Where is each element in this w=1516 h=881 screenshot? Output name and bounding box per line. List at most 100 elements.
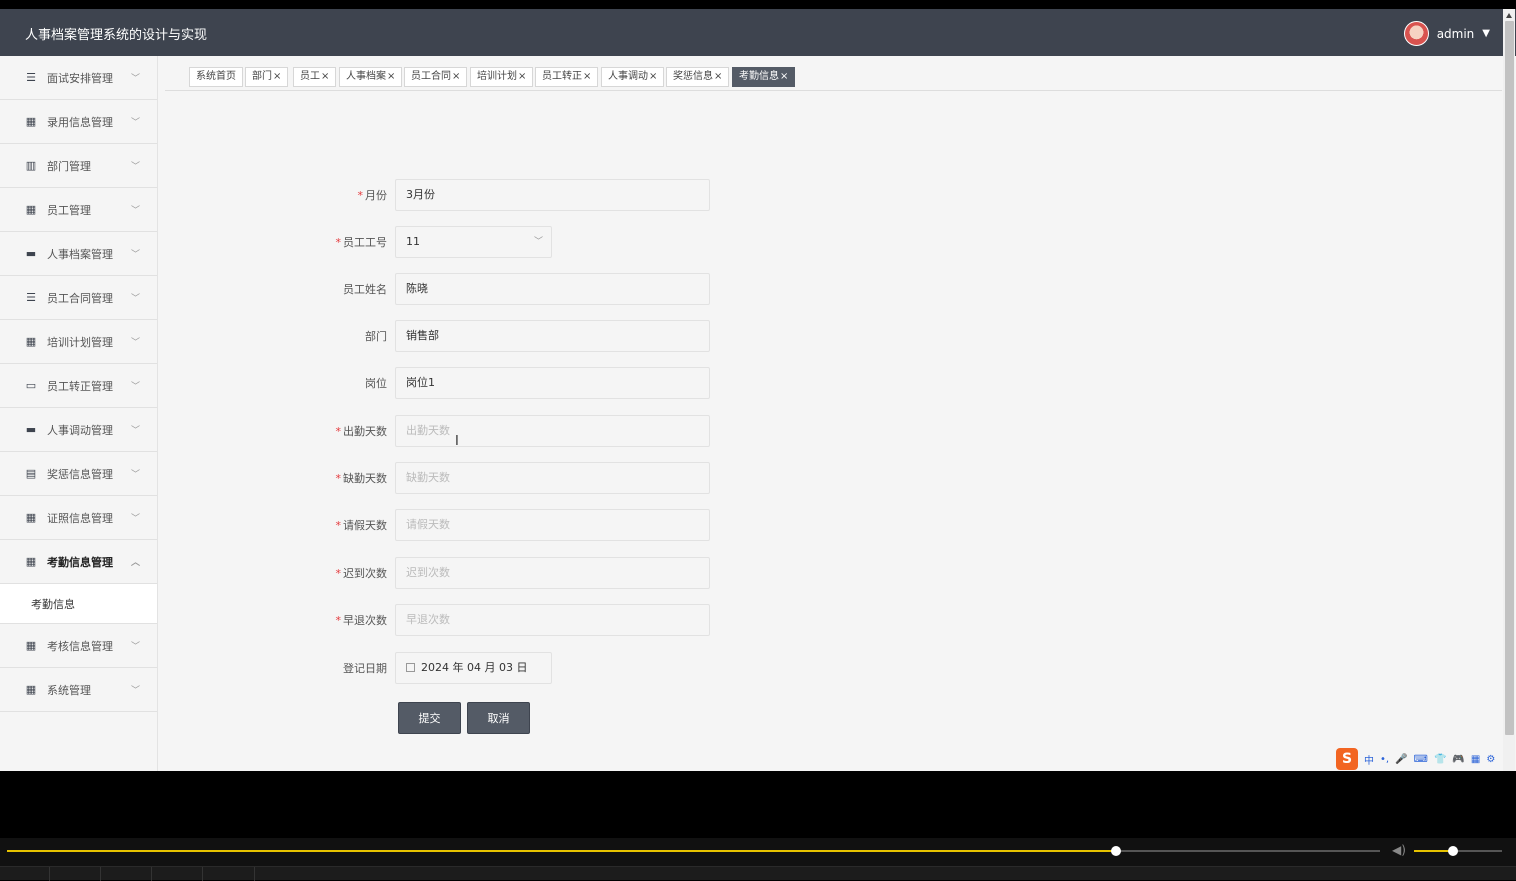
- chevron-down-icon[interactable]: ﹀: [131, 423, 140, 436]
- tab-label: 员工转正: [542, 71, 582, 82]
- submit-button[interactable]: 提交: [398, 702, 461, 734]
- tab-label: 奖惩信息: [673, 71, 713, 82]
- sidebar-item[interactable]: ▦ 证照信息管理 ﹀: [0, 496, 157, 540]
- absence-days-label-text: 缺勤天数: [343, 472, 387, 485]
- ime-tool-icon[interactable]: 🎤: [1395, 754, 1407, 765]
- ime-punct[interactable]: •,: [1380, 754, 1389, 765]
- department-input[interactable]: 销售部: [395, 320, 710, 352]
- close-icon[interactable]: ×: [649, 71, 657, 82]
- late-count-label-text: 迟到次数: [343, 567, 387, 580]
- chevron-down-icon[interactable]: ﹀: [131, 159, 140, 172]
- ime-tool-icon[interactable]: ⚙: [1486, 754, 1495, 765]
- volume-icon[interactable]: ◀): [1392, 843, 1406, 857]
- volume-track[interactable]: [1414, 846, 1502, 856]
- volume-fill: [1414, 850, 1453, 852]
- sidebar-item[interactable]: ▦ 系统管理 ﹀: [0, 668, 157, 712]
- register-date-input[interactable]: 2024 年 04 月 03 日: [395, 652, 552, 684]
- user-menu[interactable]: admin ▼: [1403, 21, 1490, 46]
- tab[interactable]: 奖惩信息×: [666, 67, 730, 87]
- submenu-item-attendance[interactable]: 考勤信息: [0, 584, 157, 624]
- strip-cell: [50, 867, 101, 881]
- chevron-down-icon[interactable]: ﹀: [131, 291, 140, 304]
- chevron-down-icon[interactable]: ﹀: [131, 203, 140, 216]
- close-icon[interactable]: ×: [583, 71, 591, 82]
- sliders-icon: ☰: [26, 290, 36, 304]
- tab[interactable]: 人事调动×: [601, 67, 665, 87]
- sidebar-item[interactable]: ▬ 人事调动管理 ﹀: [0, 408, 157, 452]
- cancel-button[interactable]: 取消: [467, 702, 530, 734]
- month-input[interactable]: 3月份: [395, 179, 710, 211]
- username[interactable]: admin: [1437, 27, 1475, 41]
- page-scrollbar[interactable]: [1503, 9, 1515, 771]
- sidebar-item[interactable]: ▭ 员工转正管理 ﹀: [0, 364, 157, 408]
- sidebar-item[interactable]: ▦ 员工管理 ﹀: [0, 188, 157, 232]
- absence-days-input[interactable]: 缺勤天数: [395, 462, 710, 494]
- tab[interactable]: 培训计划×: [470, 67, 534, 87]
- sidebar-item[interactable]: ☰ 面试安排管理 ﹀: [0, 56, 157, 100]
- sidebar-item[interactable]: ▤ 奖惩信息管理 ﹀: [0, 452, 157, 496]
- early-leave-label: * 早退次数: [165, 612, 388, 628]
- tab[interactable]: 系统首页: [189, 67, 243, 87]
- chevron-down-icon[interactable]: ﹀: [131, 639, 140, 652]
- leave-days-input[interactable]: 请假天数: [395, 509, 710, 541]
- sidebar-item[interactable]: ▦ 考勤信息管理 ︿: [0, 540, 157, 584]
- tab[interactable]: 员工×: [293, 67, 337, 87]
- calendar-icon[interactable]: [406, 663, 415, 672]
- department-row: 部门 销售部: [165, 320, 965, 352]
- chevron-down-icon[interactable]: ﹀: [131, 683, 140, 696]
- progress-track[interactable]: [7, 846, 1380, 856]
- progress-fill: [7, 850, 1117, 852]
- ime-lang[interactable]: 中: [1364, 752, 1374, 767]
- chevron-down-icon[interactable]: ﹀: [131, 335, 140, 348]
- close-icon[interactable]: ×: [452, 71, 460, 82]
- department-label: 部门: [365, 330, 387, 343]
- employee-name-input[interactable]: 陈晓: [395, 273, 710, 305]
- attendance-days-input[interactable]: 出勤天数: [395, 415, 710, 447]
- tab-label: 系统首页: [196, 71, 236, 82]
- month-label-text: 月份: [365, 189, 387, 202]
- close-icon[interactable]: ×: [518, 71, 526, 82]
- close-icon[interactable]: ×: [273, 71, 281, 82]
- chevron-down-icon[interactable]: ﹀: [534, 227, 543, 257]
- chevron-down-icon[interactable]: ﹀: [131, 379, 140, 392]
- sidebar-item-label: 奖惩信息管理: [47, 467, 113, 481]
- tab[interactable]: 员工转正×: [535, 67, 599, 87]
- sidebar-item[interactable]: ▦ 录用信息管理 ﹀: [0, 100, 157, 144]
- ime-tool-icon[interactable]: ⌨: [1414, 754, 1428, 765]
- tab[interactable]: 人事档案×: [339, 67, 403, 87]
- caret-down-icon[interactable]: ▼: [1482, 28, 1490, 39]
- position-input[interactable]: 岗位1: [395, 367, 710, 399]
- sidebar-item[interactable]: ☰ 员工合同管理 ﹀: [0, 276, 157, 320]
- chevron-down-icon[interactable]: ﹀: [131, 247, 140, 260]
- scroll-up-icon[interactable]: [1506, 13, 1512, 18]
- chevron-down-icon[interactable]: ﹀: [131, 467, 140, 480]
- scrollbar-thumb[interactable]: [1505, 21, 1514, 735]
- tab[interactable]: 部门×: [245, 67, 289, 87]
- chevron-down-icon[interactable]: ﹀: [131, 511, 140, 524]
- ime-tool-icon[interactable]: 🎮: [1452, 754, 1464, 765]
- tab[interactable]: 考勤信息×: [732, 67, 796, 87]
- chevron-down-icon[interactable]: ﹀: [131, 71, 140, 84]
- employee-no-select[interactable]: 11 ﹀: [395, 226, 552, 258]
- chevron-up-icon[interactable]: ︿: [131, 555, 140, 568]
- sidebar-item[interactable]: ▥ 部门管理 ﹀: [0, 144, 157, 188]
- sidebar-item[interactable]: ▬ 人事档案管理 ﹀: [0, 232, 157, 276]
- sidebar-item[interactable]: ▦ 考核信息管理 ﹀: [0, 624, 157, 668]
- close-icon[interactable]: ×: [714, 71, 722, 82]
- sogou-logo-icon[interactable]: S: [1336, 748, 1358, 770]
- avatar[interactable]: [1403, 21, 1429, 46]
- late-count-input[interactable]: 迟到次数: [395, 557, 710, 589]
- sidebar-item-label: 员工转正管理: [47, 379, 113, 393]
- volume-knob[interactable]: [1447, 846, 1458, 856]
- ime-tool-icon[interactable]: 👕: [1434, 754, 1446, 765]
- chevron-down-icon[interactable]: ﹀: [131, 115, 140, 128]
- sidebar-item[interactable]: ▦ 培训计划管理 ﹀: [0, 320, 157, 364]
- early-leave-input[interactable]: 早退次数: [395, 604, 710, 636]
- progress-knob[interactable]: [1111, 846, 1122, 856]
- close-icon[interactable]: ×: [321, 71, 329, 82]
- tab[interactable]: 员工合同×: [404, 67, 468, 87]
- close-icon[interactable]: ×: [780, 71, 788, 82]
- app-title: 人事档案管理系统的设计与实现: [25, 28, 208, 43]
- close-icon[interactable]: ×: [387, 71, 395, 82]
- ime-tool-icon[interactable]: ▦: [1471, 754, 1480, 765]
